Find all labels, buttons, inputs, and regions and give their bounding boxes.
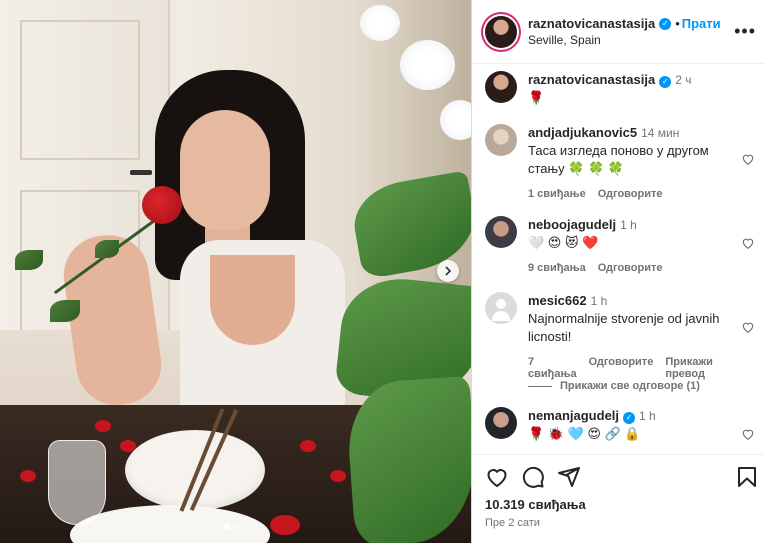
reply-button[interactable]: Одговорите (589, 356, 654, 380)
share-icon[interactable] (557, 465, 581, 489)
carousel-dot (234, 524, 240, 530)
verified-icon: ✓ (623, 412, 636, 424)
comment-text: 🤍 😍 😻 ❤️ (528, 235, 599, 250)
translate-button[interactable]: Прикажи превод (665, 356, 733, 380)
verified-icon: ✓ (659, 17, 672, 30)
post-time: Пре 2 сати (485, 517, 540, 529)
reply-button[interactable]: Одговорите (598, 188, 663, 200)
comment-item: mesic662 1 h Najnormalnije stvorenje od j… (485, 292, 755, 380)
more-icon[interactable]: ••• (734, 22, 756, 40)
comment-username[interactable]: andjadjukanovic5 (528, 125, 637, 140)
commenter-avatar[interactable] (485, 407, 517, 439)
author-avatar[interactable] (485, 15, 517, 48)
comment-text: Najnormalnije stvorenje od javnih licnos… (528, 311, 720, 344)
caption-time: 2 ч (675, 73, 692, 87)
chevron-right-icon (445, 266, 452, 276)
comment-item: nemanjagudelj ✓ 1 h 🌹 🐞 🩵 😍 🔗 🔒 (485, 407, 755, 443)
woman-face (180, 110, 270, 230)
comments-section: raznatovicanastasija ✓ 2 ч 🌹 andjadjukanov… (472, 64, 765, 454)
heart-icon[interactable] (741, 427, 755, 441)
wine-glass (48, 440, 106, 525)
post-header: raznatovicanastasija ✓ • Прати Seville, … (472, 0, 765, 64)
heart-icon[interactable] (741, 320, 755, 334)
carousel-dots (224, 524, 240, 530)
caption-text: 🌹 (528, 90, 545, 105)
author-username[interactable]: raznatovicanastasija (528, 16, 655, 31)
white-flower (360, 5, 400, 41)
post-location[interactable]: Seville, Spain (528, 33, 721, 47)
carousel-dot (224, 524, 230, 530)
verified-icon: ✓ (659, 76, 672, 88)
view-replies-button[interactable]: Прикажи све одговоре (1) (528, 380, 700, 392)
follow-button[interactable]: Прати (682, 16, 721, 31)
commenter-avatar[interactable] (485, 124, 517, 156)
author-avatar[interactable] (485, 71, 517, 103)
comment-icon[interactable] (521, 465, 545, 489)
reply-line (528, 385, 552, 387)
bookmark-icon[interactable] (735, 465, 759, 489)
comment-username[interactable]: nemanjagudelj (528, 408, 619, 423)
instagram-post-view: raznatovicanastasija ✓ • Прати Seville, … (0, 0, 765, 543)
caption: raznatovicanastasija ✓ 2 ч 🌹 (485, 71, 755, 107)
post-actions: 10.319 свиђања Пре 2 сати (472, 454, 765, 543)
rose (142, 186, 182, 224)
post-image[interactable] (0, 0, 471, 543)
post-sidebar: raznatovicanastasija ✓ • Прати Seville, … (471, 0, 765, 543)
heart-icon[interactable] (485, 465, 509, 489)
caption-username[interactable]: raznatovicanastasija (528, 72, 655, 87)
likes-count[interactable]: 10.319 свиђања (485, 497, 586, 512)
comment-text: 🌹 🐞 🩵 😍 🔗 🔒 (528, 426, 641, 441)
comment-likes[interactable]: 1 свиђање (528, 188, 586, 200)
comment-time: 1 h (639, 409, 656, 423)
view-replies-label: Прикажи све одговоре (1) (560, 380, 700, 392)
commenter-avatar[interactable] (485, 292, 517, 324)
comment-time: 14 мин (641, 126, 680, 140)
comment-item: neboojagudelj 1 h 🤍 😍 😻 ❤️ 9 свиђања Одго… (485, 216, 755, 274)
comment-username[interactable]: mesic662 (528, 293, 587, 308)
comment-time: 1 h (620, 218, 637, 232)
next-image-button[interactable] (437, 260, 459, 282)
header-separator: • (675, 16, 680, 31)
heart-icon[interactable] (741, 236, 755, 250)
comment-username[interactable]: neboojagudelj (528, 217, 616, 232)
comment-item: andjadjukanovic5 14 мин Таса изгледа поно… (485, 124, 755, 200)
heart-icon[interactable] (741, 152, 755, 166)
reply-button[interactable]: Одговорите (598, 262, 663, 274)
comment-time: 1 h (590, 294, 608, 308)
comment-likes[interactable]: 9 свиђања (528, 262, 586, 274)
comment-text: Таса изгледа поново у другом стању 🍀 🍀 🍀 (528, 143, 709, 176)
commenter-avatar[interactable] (485, 216, 517, 248)
comment-likes[interactable]: 7 свиђања (528, 356, 577, 380)
